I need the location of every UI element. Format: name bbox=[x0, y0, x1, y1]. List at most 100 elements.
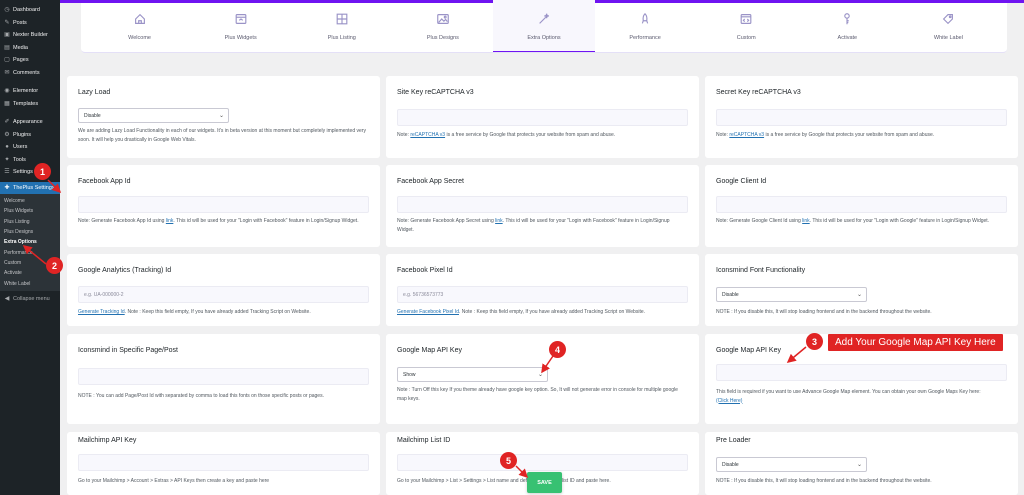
sidebar-item-theplus-settings[interactable]: ✚ ThePlus Settings bbox=[0, 181, 60, 194]
submenu-item-plus-widgets[interactable]: Plus Widgets bbox=[0, 206, 60, 216]
recaptcha-link[interactable]: reCAPTCHA v3 bbox=[729, 132, 764, 138]
user-icon: ● bbox=[5, 144, 9, 151]
submenu-item-extra-options[interactable]: Extra Options bbox=[0, 237, 60, 247]
note-text: This field is required if you want to us… bbox=[716, 389, 981, 395]
site-key-input[interactable] bbox=[397, 109, 688, 126]
card-title: Secret Key reCAPTCHA v3 bbox=[716, 89, 801, 96]
sidebar-item-label: Comments bbox=[13, 69, 40, 76]
recaptcha-link[interactable]: reCAPTCHA v3 bbox=[410, 132, 445, 138]
mailchimp-list-id-input[interactable] bbox=[397, 454, 688, 471]
wrench-icon: ✦ bbox=[4, 156, 10, 163]
magic-wand-icon bbox=[539, 13, 549, 24]
facebook-app-secret-link[interactable]: link bbox=[495, 218, 503, 224]
tab-performance[interactable]: Performance bbox=[595, 0, 696, 52]
submenu-item-plus-listing[interactable]: Plus Listing bbox=[0, 217, 60, 227]
sidebar-item-tools[interactable]: ✦ Tools bbox=[0, 154, 60, 167]
submenu-item-welcome[interactable]: Welcome bbox=[0, 196, 60, 206]
sidebar-item-label: Media bbox=[13, 44, 28, 51]
sidebar-item-media[interactable]: ▤ Media bbox=[0, 42, 60, 55]
pre-loader-select[interactable]: Disable ⌄ bbox=[716, 457, 867, 472]
card-note: Note : Turn Off this key If you theme al… bbox=[397, 387, 678, 402]
sidebar-item-comments[interactable]: ✉ Comments bbox=[0, 67, 60, 80]
card-iconsmind-font: Iconsmind Font Functionality Disable ⌄ NO… bbox=[705, 254, 1018, 326]
wp-menu-mid: ◉ Elementor ▦ Templates bbox=[0, 85, 60, 110]
card-title: Google Client Id bbox=[716, 178, 767, 185]
sidebar-item-posts[interactable]: ✎ Posts bbox=[0, 17, 60, 30]
google-map-api-select[interactable]: Show ⌄ bbox=[397, 367, 548, 382]
card-facebook-app-id: Facebook App Id Note: Generate Facebook … bbox=[67, 165, 380, 247]
sidebar-item-dashboard[interactable]: ◷ Dashboard bbox=[0, 4, 60, 17]
media-icon: ▤ bbox=[4, 44, 10, 51]
sidebar-item-label: Plugins bbox=[13, 131, 32, 138]
sidebar-item-pages[interactable]: ▢ Pages bbox=[0, 54, 60, 67]
sidebar-item-label: Posts bbox=[13, 19, 27, 26]
widgets-icon bbox=[235, 13, 247, 24]
callout-badge-1: 1 bbox=[34, 163, 51, 180]
home-icon bbox=[134, 13, 145, 24]
note-text: Note: bbox=[397, 132, 411, 138]
card-title: Facebook App Id bbox=[78, 178, 131, 185]
tab-extra-options[interactable]: Extra Options bbox=[493, 0, 595, 52]
tab-white-label[interactable]: White Label bbox=[898, 0, 999, 52]
sidebar-item-elementor[interactable]: ◉ Elementor bbox=[0, 85, 60, 98]
tab-welcome[interactable]: Welcome bbox=[89, 0, 190, 52]
note-text: Note: bbox=[716, 132, 730, 138]
google-map-api-key-input[interactable] bbox=[716, 364, 1007, 381]
google-client-id-link[interactable]: link bbox=[802, 218, 810, 224]
tab-plus-designs[interactable]: Plus Designs bbox=[392, 0, 493, 52]
lazy-load-select[interactable]: Disable ⌄ bbox=[78, 108, 229, 123]
google-analytics-input[interactable]: e.g. UA-000000-2 bbox=[78, 286, 369, 303]
tab-plus-listing[interactable]: Plus Listing bbox=[291, 0, 392, 52]
facebook-app-id-input[interactable] bbox=[78, 196, 369, 213]
note-text: is a free service by Google that protect… bbox=[445, 132, 616, 138]
card-note: Note: Generate Google Client Id using li… bbox=[716, 217, 1006, 226]
note-text: . Note : Keep this field empty, If you h… bbox=[458, 309, 646, 315]
sidebar-item-label: Users bbox=[13, 144, 28, 151]
tab-custom[interactable]: Custom bbox=[696, 0, 797, 52]
save-button[interactable]: SAVE bbox=[527, 472, 562, 493]
sidebar-item-templates[interactable]: ▦ Templates bbox=[0, 98, 60, 111]
collapse-menu-button[interactable]: ◀ Collapse menu bbox=[0, 293, 60, 306]
generate-tracking-id-link[interactable]: Generate Tracking Id bbox=[78, 309, 125, 315]
note-text: . This id will be used for your "Login w… bbox=[809, 218, 990, 224]
callout-badge-5: 5 bbox=[500, 452, 517, 469]
iconsmind-font-select[interactable]: Disable ⌄ bbox=[716, 287, 867, 302]
secret-key-input[interactable] bbox=[716, 109, 1007, 126]
wp-menu-lower: ✐ Appearance ⚙ Plugins ● Users ✦ Tools ☰ Settings bbox=[0, 116, 60, 179]
sidebar-item-label: Tools bbox=[13, 156, 26, 163]
iconsmind-pages-input[interactable] bbox=[78, 368, 369, 385]
sidebar-item-label: Elementor bbox=[13, 88, 39, 95]
tab-label: Performance bbox=[629, 34, 661, 41]
chevron-down-icon: ⌄ bbox=[856, 462, 862, 468]
submenu-item-plus-designs[interactable]: Plus Designs bbox=[0, 227, 60, 237]
sidebar-item-appearance[interactable]: ✐ Appearance bbox=[0, 116, 60, 129]
chevron-down-icon: ⌄ bbox=[218, 113, 224, 119]
sidebar-item-nexter-builder[interactable]: ▣ Nexter Builder bbox=[0, 29, 60, 42]
pin-icon: ✎ bbox=[4, 19, 10, 26]
sidebar-item-plugins[interactable]: ⚙ Plugins bbox=[0, 129, 60, 142]
card-note: Note: Generate Facebook App Secret using… bbox=[397, 217, 687, 234]
sidebar-item-users[interactable]: ● Users bbox=[0, 141, 60, 154]
generate-pixel-id-link[interactable]: Generate Facebook Pixel Id bbox=[397, 309, 459, 315]
note-text: Note: Generate Facebook App Secret using bbox=[397, 218, 496, 224]
card-facebook-pixel: Facebook Pixel Id e.g. 56736573773 Gener… bbox=[386, 254, 699, 326]
sidebar-item-label: Nexter Builder bbox=[13, 32, 48, 39]
collapse-icon: ◀ bbox=[4, 295, 10, 302]
note-text: Note: Generate Facebook App Id using bbox=[78, 218, 166, 224]
sidebar-item-settings[interactable]: ☰ Settings bbox=[0, 166, 60, 179]
tab-activate[interactable]: Activate bbox=[797, 0, 898, 52]
submenu-item-white-label[interactable]: White Label bbox=[0, 278, 60, 288]
card-title: Pre Loader bbox=[716, 437, 751, 444]
card-note: Generate Tracking Id. Note : Keep this f… bbox=[78, 308, 373, 317]
google-maps-click-here-link[interactable]: (Click Here) bbox=[716, 398, 742, 404]
tab-plus-widgets[interactable]: Plus Widgets bbox=[190, 0, 291, 52]
card-note: NOTE : You can add Page/Post Id with sep… bbox=[78, 393, 324, 399]
facebook-app-secret-input[interactable] bbox=[397, 196, 688, 213]
google-client-id-input[interactable] bbox=[716, 196, 1007, 213]
mailchimp-api-key-input[interactable] bbox=[78, 454, 369, 471]
sidebar-item-label: Pages bbox=[13, 57, 29, 64]
submenu-item-performance[interactable]: Performance bbox=[0, 247, 60, 257]
card-note: NOTE : If you disable this, It will stop… bbox=[716, 309, 932, 315]
facebook-pixel-input[interactable]: e.g. 56736573773 bbox=[397, 286, 688, 303]
tab-label: Plus Widgets bbox=[224, 34, 257, 41]
